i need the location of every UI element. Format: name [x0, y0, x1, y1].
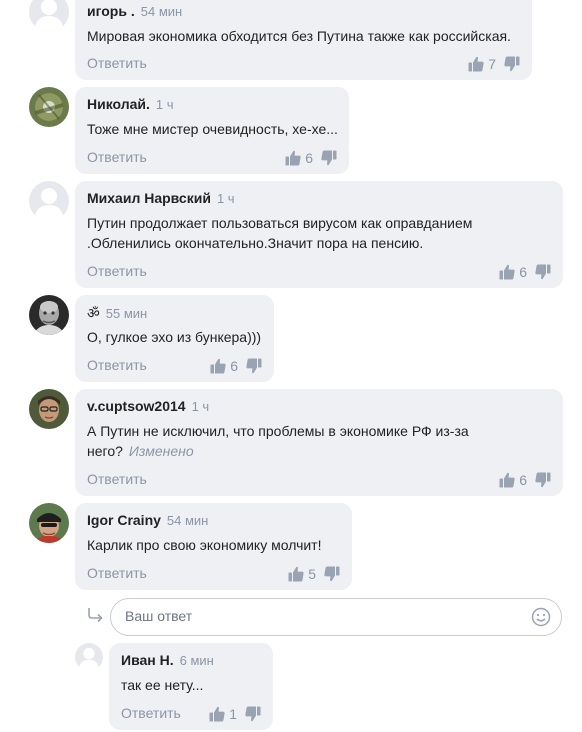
thumbs-up-icon[interactable]: [499, 472, 515, 488]
comment-bubble: Igor Crainy 54 мин Карлик про свою эконом…: [75, 503, 352, 590]
comment-author[interactable]: ॐ: [87, 305, 100, 321]
reply-arrow-icon: [88, 608, 103, 623]
comment-time[interactable]: 54 мин: [167, 513, 208, 528]
comment-author[interactable]: игорь .: [87, 3, 135, 19]
reply-input[interactable]: [125, 608, 525, 624]
comment-author[interactable]: Михаил Нарвский: [87, 190, 211, 206]
comment-bubble: v.cuptsow2014 1 ч А Путин не исключил, чт…: [75, 389, 563, 496]
votes: 1: [209, 706, 261, 722]
thumbs-up-icon[interactable]: [210, 358, 226, 374]
edited-label: Изменено: [128, 443, 194, 459]
thumbs-down-icon[interactable]: [535, 472, 551, 488]
reply-button[interactable]: Ответить: [87, 357, 147, 373]
comment-time[interactable]: 1 ч: [192, 399, 210, 414]
comment-author[interactable]: Igor Crainy: [87, 512, 161, 528]
thumbs-up-icon[interactable]: [285, 150, 301, 166]
comment-text: Тоже мне мистер очевидность, хе-хе...: [87, 121, 338, 137]
thumbs-up-icon[interactable]: [288, 566, 304, 582]
comment-time[interactable]: 1 ч: [156, 97, 174, 112]
thumbs-down-icon[interactable]: [535, 264, 551, 280]
reply-bubble: Иван Н. 6 мин так ее нету... Ответить 1: [109, 643, 273, 730]
votes: 6: [210, 358, 262, 374]
thumbs-down-icon[interactable]: [245, 706, 261, 722]
comment-text: Мировая экономика обходится без Путина т…: [87, 28, 511, 44]
comment-text: Карлик про свою экономику молчит!: [87, 537, 322, 553]
comment-text: А Путин не исключил, что проблемы в экон…: [87, 423, 469, 459]
avatar[interactable]: [75, 643, 103, 671]
avatar[interactable]: [29, 87, 69, 127]
thumbs-up-icon[interactable]: [209, 706, 225, 722]
comment-bubble: игорь . 54 мин Мировая экономика обходитс…: [75, 0, 532, 80]
votes: 7: [468, 56, 520, 72]
comment-text: Путин продолжает пользоваться вирусом ка…: [87, 215, 473, 251]
thumbs-down-icon[interactable]: [324, 566, 340, 582]
like-count: 6: [519, 264, 527, 280]
comment-text: так ее нету...: [121, 677, 204, 693]
thumbs-up-icon[interactable]: [499, 264, 515, 280]
comment-bubble: Николай. 1 ч Тоже мне мистер очевидность,…: [75, 87, 349, 174]
reply-box: [110, 598, 562, 636]
reply-button[interactable]: Ответить: [87, 471, 147, 487]
like-count: 5: [308, 566, 316, 582]
thumbs-down-icon[interactable]: [246, 358, 262, 374]
comment-author[interactable]: Иван Н.: [121, 652, 174, 668]
comment-author[interactable]: Николай.: [87, 96, 150, 112]
comment-text: О, гулкое эхо из бункера))): [87, 329, 262, 345]
comment-time[interactable]: 6 мин: [180, 653, 214, 668]
comment-time[interactable]: 1 ч: [217, 191, 235, 206]
thumbs-up-icon[interactable]: [468, 56, 484, 72]
votes: 6: [285, 150, 337, 166]
smile-icon[interactable]: [531, 607, 551, 627]
avatar[interactable]: [29, 0, 69, 32]
reply-button[interactable]: Ответить: [87, 263, 147, 279]
comment-time[interactable]: 54 мин: [141, 4, 182, 19]
thumbs-down-icon[interactable]: [504, 56, 520, 72]
comment-author[interactable]: v.cuptsow2014: [87, 398, 186, 414]
like-count: 1: [229, 706, 237, 722]
comment-bubble: Михаил Нарвский 1 ч Путин продолжает поль…: [75, 181, 563, 288]
reply-button[interactable]: Ответить: [87, 149, 147, 165]
reply-button[interactable]: Ответить: [87, 55, 147, 71]
avatar[interactable]: [29, 389, 69, 429]
avatar[interactable]: [29, 181, 69, 221]
votes: 5: [288, 566, 340, 582]
like-count: 6: [519, 472, 527, 488]
like-count: 6: [230, 358, 238, 374]
like-count: 7: [488, 56, 496, 72]
thumbs-down-icon[interactable]: [321, 150, 337, 166]
votes: 6: [499, 264, 551, 280]
votes: 6: [499, 472, 551, 488]
comment-time[interactable]: 55 мин: [106, 306, 147, 321]
like-count: 6: [305, 150, 313, 166]
reply-button[interactable]: Ответить: [87, 565, 147, 581]
avatar[interactable]: [29, 503, 69, 543]
avatar[interactable]: [29, 295, 69, 335]
reply-button[interactable]: Ответить: [121, 705, 181, 721]
comment-bubble: ॐ 55 мин О, гулкое эхо из бункера))) Отве…: [75, 295, 274, 382]
